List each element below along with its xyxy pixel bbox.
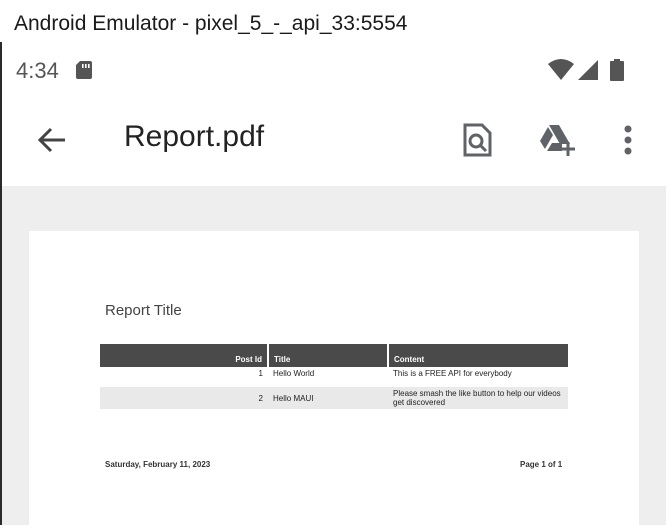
table-row: 2 Hello MAUI Please smash the like butto… <box>100 387 568 409</box>
app-bar: Report.pdf <box>2 102 666 186</box>
report-table: Post Id Title Content 1 Hello World This… <box>100 344 568 409</box>
status-bar: 4:34 <box>2 54 666 90</box>
table-row: 1 Hello World This is a FREE API for eve… <box>100 367 568 387</box>
pdf-viewer[interactable]: Report Title Post Id Title Content 1 Hel… <box>2 186 666 525</box>
back-button[interactable] <box>32 122 72 162</box>
wifi-icon <box>548 59 574 86</box>
cell-content: This is a FREE API for everybody <box>393 369 512 378</box>
report-title: Report Title <box>105 302 182 319</box>
battery-icon <box>610 59 624 86</box>
add-to-drive-button[interactable] <box>535 120 579 164</box>
cell-title: Hello World <box>273 369 315 378</box>
search-in-document-button[interactable] <box>455 120 499 164</box>
window-title: Android Emulator - pixel_5_-_api_33:5554 <box>14 12 408 35</box>
app-title: Report.pdf <box>124 120 265 153</box>
table-header-row: Post Id Title Content <box>100 344 568 367</box>
more-options-button[interactable] <box>606 120 650 164</box>
add-to-drive-icon <box>538 123 576 162</box>
footer-date: Saturday, February 11, 2023 <box>105 460 211 469</box>
column-header-title: Title <box>268 344 389 367</box>
signal-icon <box>578 59 598 86</box>
pdf-page: Report Title Post Id Title Content 1 Hel… <box>29 231 639 525</box>
cell-title: Hello MAUI <box>268 387 388 409</box>
back-arrow-icon <box>37 126 67 159</box>
cell-content: Please smash the like button to help our… <box>388 387 568 409</box>
cell-post-id: 2 <box>100 387 268 409</box>
search-document-icon <box>462 123 492 162</box>
column-header-content: Content <box>388 344 568 367</box>
sd-card-icon <box>76 61 92 84</box>
column-header-post-id: Post Id <box>100 344 269 367</box>
cell-post-id: 1 <box>258 369 263 378</box>
status-time: 4:34 <box>16 58 59 83</box>
footer-page-number: Page 1 of 1 <box>520 460 563 469</box>
more-vert-icon <box>623 125 633 160</box>
